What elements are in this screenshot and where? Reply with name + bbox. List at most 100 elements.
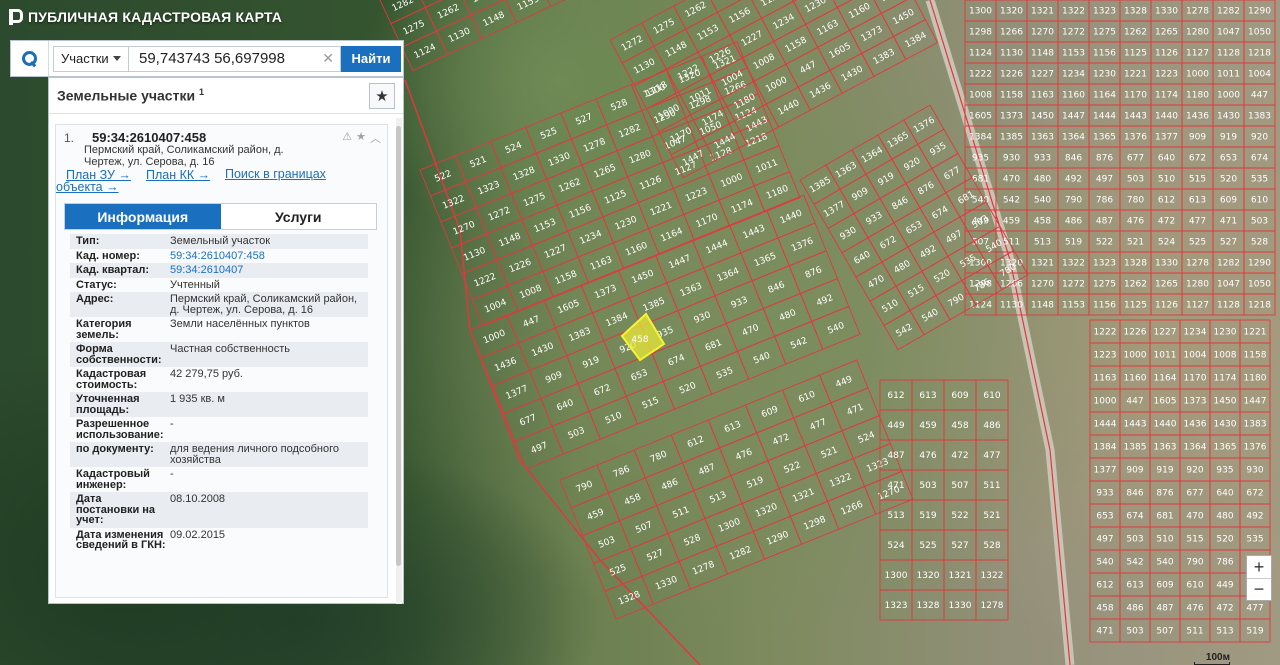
parcel-label: 1158 bbox=[784, 35, 809, 55]
parcel-label: 609 bbox=[1156, 581, 1173, 591]
parcel-label: 1275 bbox=[1093, 28, 1116, 38]
find-button[interactable]: Найти bbox=[341, 45, 401, 72]
parcel-label: 459 bbox=[586, 507, 606, 523]
parcel-label: 515 bbox=[907, 283, 927, 300]
parcel-label: 653 bbox=[905, 220, 925, 237]
parcel-label: 1174 bbox=[730, 198, 755, 216]
parcel-label: 507 bbox=[951, 481, 968, 491]
parcel-label: 503 bbox=[1126, 535, 1143, 545]
parcel-label: 1218 bbox=[1248, 49, 1271, 59]
parcel-label: 1163 bbox=[1094, 374, 1117, 384]
parcel-label: 1298 bbox=[802, 515, 827, 533]
parcel-label: 1218 bbox=[1248, 301, 1271, 311]
parcel-label: 515 bbox=[1186, 535, 1203, 545]
parcel-label: 1385 bbox=[1124, 443, 1147, 453]
parcel-label: 1000 bbox=[1124, 351, 1147, 361]
results-panel: Земельные участки 1 ★ 1. 59:34:2610407:4… bbox=[48, 77, 404, 604]
parcel-label: 640 bbox=[1216, 489, 1233, 499]
parcel-label: 1430 bbox=[530, 341, 555, 359]
parcel-label: 1047 bbox=[1217, 280, 1240, 290]
parcel-label: 1050 bbox=[1248, 28, 1271, 38]
parcel-label: 1153 bbox=[1062, 301, 1085, 311]
record-cad-number[interactable]: 59:34:2610407:458 bbox=[92, 130, 206, 145]
parcel-label: 1376 bbox=[1244, 443, 1267, 453]
parcel-label: 909 bbox=[544, 370, 564, 386]
parcel-label: 613 bbox=[723, 420, 743, 436]
parcel-label: 653 bbox=[630, 368, 650, 384]
parcel-label: 1153 bbox=[1062, 49, 1085, 59]
parcel-label: 1163 bbox=[1031, 91, 1054, 101]
parcel-label: 476 bbox=[1127, 217, 1144, 227]
search-in-boundaries-link[interactable]: Поиск в границах объекта → bbox=[56, 168, 366, 194]
parcel-label: 1376 bbox=[1124, 133, 1147, 143]
parcel-label: 503 bbox=[919, 481, 936, 491]
parcel-label: 511 bbox=[671, 505, 691, 521]
zoom-out-button[interactable]: − bbox=[1247, 578, 1271, 600]
properties-table: Тип: Земельный участок Кад. номер: 59:34:26… bbox=[70, 234, 368, 553]
parcel-label: 876 bbox=[804, 265, 824, 281]
property-key: Разрешенное использование: bbox=[76, 418, 164, 441]
parcel-label: 1377 bbox=[822, 200, 847, 220]
property-row: Кад. номер: 59:34:2610407:458 bbox=[70, 249, 368, 264]
parcel-label: 1164 bbox=[659, 226, 684, 244]
tab-services[interactable]: Услуги bbox=[220, 204, 376, 229]
parcel-label: 1148 bbox=[497, 231, 522, 249]
parcel-label: 492 bbox=[1246, 512, 1263, 522]
search-input[interactable]: 59,743743 56,697998 ✕ bbox=[129, 45, 341, 72]
parcel-label: 458 bbox=[1034, 217, 1051, 227]
parcel-block-southeast: 1222 1226 1227 1234 1230 1221 1223 1000 1011 1004… bbox=[1089, 319, 1271, 643]
parcel-label: 1323 bbox=[1093, 259, 1116, 269]
zoom-in-button[interactable]: + bbox=[1247, 556, 1271, 578]
parcel-label: 1376 bbox=[912, 115, 937, 135]
parcel-label: 1322 bbox=[981, 571, 1004, 581]
parcel-label: 520 bbox=[933, 268, 953, 285]
parcel-label: 610 bbox=[983, 391, 1000, 401]
parcel-label: 1153 bbox=[516, 0, 541, 13]
warning-icon[interactable]: ⚠ bbox=[342, 130, 352, 146]
tab-information[interactable]: Информация bbox=[65, 204, 221, 229]
chevron-up-icon[interactable]: ︿ bbox=[370, 130, 381, 146]
property-key: по документу: bbox=[76, 443, 154, 455]
parcel-block-north: 1272127512621265128010471050112411301148… bbox=[609, 0, 939, 179]
parcel-label: 1365 bbox=[1093, 133, 1116, 143]
parcel-label: 919 bbox=[877, 171, 897, 188]
property-row: Разрешенное использование: - bbox=[70, 417, 368, 442]
parcel-label: 471 bbox=[846, 402, 866, 418]
parcel-label: 510 bbox=[1158, 175, 1175, 185]
parcel-label: 1000 bbox=[719, 172, 744, 190]
parcel[interactable] bbox=[539, 0, 586, 8]
parcel-label: 790 bbox=[575, 479, 595, 495]
parcel-label: 542 bbox=[1003, 196, 1020, 206]
app-header: ПУБЛИЧНАЯ КАДАСТРОВАЯ КАРТА bbox=[8, 6, 282, 28]
parcel-label: 1328 bbox=[512, 165, 537, 183]
star-outline-icon[interactable]: ★ bbox=[356, 130, 366, 146]
parcel-block-northeast: 1385136313641365137613779099199209359309… bbox=[799, 104, 1029, 351]
parcel-label: 609 bbox=[760, 404, 780, 420]
parcel-label: 1300 bbox=[717, 517, 742, 535]
object-type-select[interactable]: Участки bbox=[53, 45, 129, 72]
parcel-label: 470 bbox=[1186, 512, 1203, 522]
parcel-label: 449 bbox=[1216, 581, 1233, 591]
parcel-label: 1163 bbox=[589, 255, 614, 273]
clear-icon[interactable]: ✕ bbox=[322, 50, 334, 67]
parcel-label: 1126 bbox=[1155, 301, 1178, 311]
favorite-button[interactable]: ★ bbox=[369, 82, 395, 109]
scrollbar-thumb[interactable] bbox=[396, 126, 401, 566]
parcel-label: 524 bbox=[857, 430, 877, 446]
property-value[interactable]: 59:34:2610407 bbox=[168, 263, 368, 278]
parcel-label: 1262 bbox=[557, 177, 582, 195]
property-value[interactable]: 59:34:2610407:458 bbox=[168, 249, 368, 264]
parcel-label: 513 bbox=[1034, 238, 1051, 248]
parcel-label: 876 bbox=[1096, 154, 1113, 164]
parcel-label: 540 bbox=[1034, 196, 1051, 206]
parcel-label: 471 bbox=[887, 481, 904, 491]
parcel-label: 487 bbox=[887, 451, 904, 461]
parcel-label: 1130 bbox=[632, 57, 657, 77]
parcel-label: 1364 bbox=[1184, 443, 1207, 453]
parcel-label: 1282 bbox=[1217, 259, 1240, 269]
search-toggle-button[interactable] bbox=[11, 41, 49, 76]
parcel-label: 458 bbox=[951, 421, 968, 431]
parcel-label: 1011 bbox=[1154, 351, 1177, 361]
parcel-label: 511 bbox=[983, 481, 1000, 491]
parcel-label: 1278 bbox=[1186, 7, 1209, 17]
